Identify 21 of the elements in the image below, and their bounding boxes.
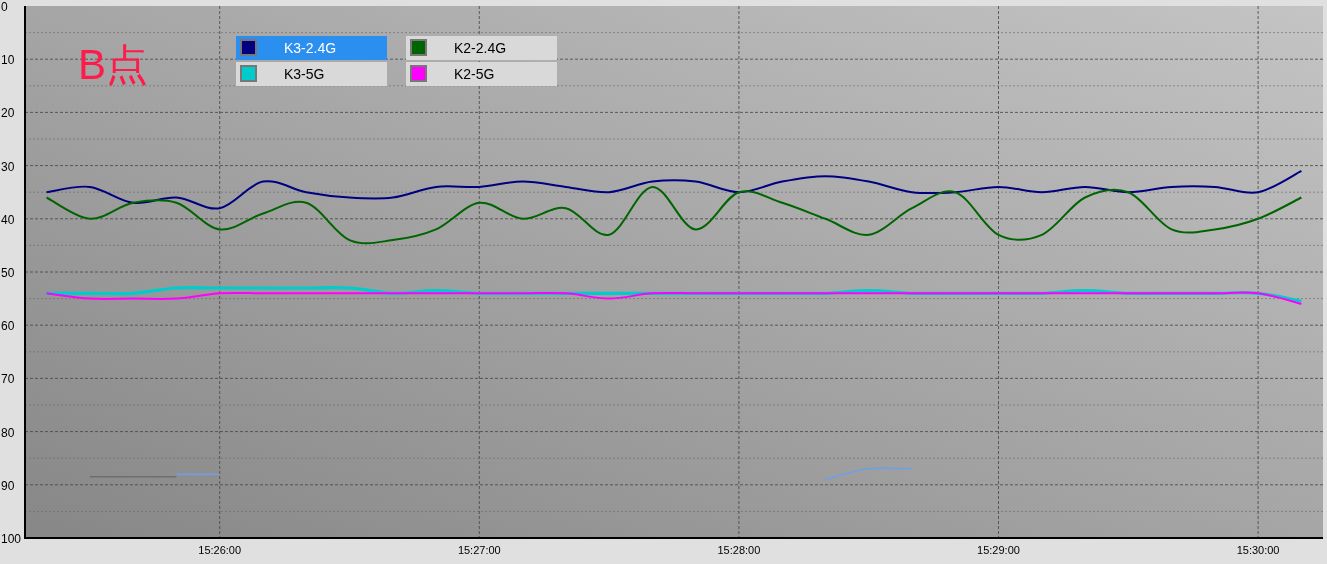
y-tick-label: 90 (1, 478, 15, 493)
annotation-text: B点 (78, 41, 148, 88)
y-tick-label: 10 (1, 53, 15, 68)
y-tick-label: 50 (1, 266, 15, 280)
y-tick-label: 30 (1, 159, 15, 174)
x-tick-label: 15:26:00 (198, 544, 242, 556)
y-tick-label: 40 (1, 212, 15, 227)
legend-label: K3-5G (284, 66, 325, 82)
y-tick-label: 70 (1, 372, 15, 387)
legend-label: K2-5G (454, 66, 495, 82)
x-tick-label: 15:28:00 (717, 544, 761, 556)
x-tick-label: 15:30:00 (1236, 544, 1280, 556)
x-tick-label: 15:27:00 (457, 544, 501, 556)
legend-label: K3-2.4G (284, 40, 337, 56)
y-tick-label: 60 (1, 319, 15, 334)
y-tick-label: 100 (1, 532, 22, 546)
x-tick-label: 15:29:00 (977, 544, 1020, 556)
y-tick-label: 0 (1, 0, 8, 14)
y-tick-label: 80 (1, 425, 15, 440)
legend-label: K2-2.4G (454, 40, 507, 56)
y-tick-label: 20 (1, 106, 15, 121)
